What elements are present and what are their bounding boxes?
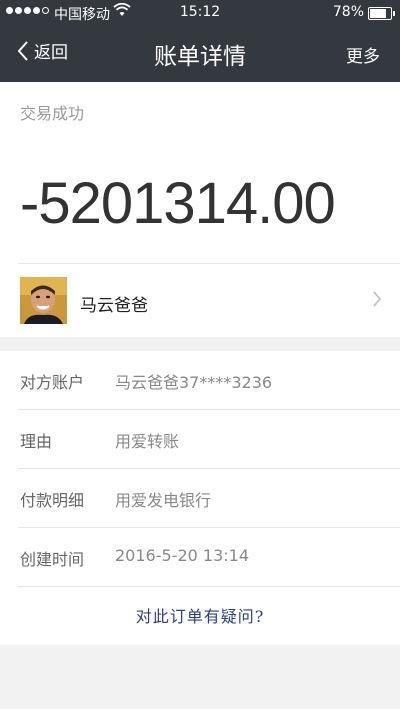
payee-name: 马云爸爸: [80, 296, 148, 316]
battery-fill: [370, 9, 386, 18]
detail-value: 马云爸爸37****3236: [115, 373, 273, 392]
transaction-amount: -5201314.00: [20, 171, 336, 236]
app-header: 中国移动 15:12 78% 返回 账单详情 更多: [0, 0, 400, 82]
detail-label: 付款明细: [20, 491, 85, 510]
detail-row-created-time: 创建时间 2016-5-20 13:14: [0, 528, 400, 586]
detail-label: 对方账户: [20, 373, 85, 392]
detail-label: 创建时间: [20, 550, 85, 569]
more-button[interactable]: 更多: [346, 42, 380, 67]
payee-row[interactable]: 马云爸爸: [0, 264, 400, 337]
detail-value: 用爱转账: [115, 432, 180, 451]
transaction-status: 交易成功: [20, 104, 85, 123]
battery-percentage: 78%: [332, 4, 364, 20]
details-section: 对方账户 马云爸爸37****3236 理由 用爱转账 付款明细 用爱发电银行 …: [0, 351, 400, 645]
detail-row-payment: 付款明细 用爱发电银行: [0, 469, 400, 527]
detail-row-reason: 理由 用爱转账: [0, 410, 400, 468]
status-bar: 中国移动 15:12 78%: [0, 0, 400, 26]
battery-icon: [368, 7, 395, 20]
detail-value: 2016-5-20 13:14: [115, 546, 249, 565]
page-title: 账单详情: [154, 44, 246, 70]
detail-value: 用爱发电银行: [115, 491, 212, 510]
order-question-link[interactable]: 对此订单有疑问?: [0, 603, 400, 627]
chevron-right-icon: [373, 291, 382, 307]
avatar: [20, 277, 67, 324]
detail-label: 理由: [20, 432, 53, 451]
detail-row-account: 对方账户 马云爸爸37****3236: [0, 351, 400, 409]
divider: [18, 586, 400, 587]
nav-bar: 返回 账单详情 更多: [0, 26, 400, 82]
